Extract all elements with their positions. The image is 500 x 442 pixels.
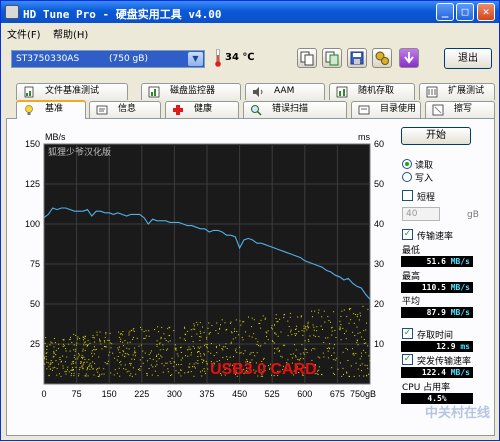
temperature-readout: 34 ℃ bbox=[225, 52, 255, 63]
toolbar: ST3750330AS (750 gB) ▼ 34 ℃ 退出 bbox=[1, 41, 499, 79]
avg-value: 87.9 bbox=[426, 308, 446, 317]
copy-screenshot-button[interactable] bbox=[322, 48, 342, 68]
tab-aam[interactable]: AAM bbox=[245, 83, 325, 100]
speaker-icon bbox=[253, 87, 263, 97]
thermometer-icon bbox=[215, 49, 221, 67]
folder-icon bbox=[358, 105, 370, 115]
tab-label: 错误扫描 bbox=[272, 104, 309, 114]
window-title: HD Tune Pro - 硬盘实用工具 v4.00 bbox=[23, 8, 222, 21]
exit-button[interactable]: 退出 bbox=[444, 48, 492, 69]
avg-unit: MB/s bbox=[450, 308, 470, 317]
tab-label: AAM bbox=[274, 86, 295, 96]
read-radio[interactable] bbox=[402, 159, 412, 169]
minimize-button[interactable]: _ bbox=[436, 3, 454, 21]
tab-label: 目录使用 bbox=[380, 104, 417, 114]
save-button[interactable] bbox=[347, 48, 367, 68]
max-value: 110.5 bbox=[421, 283, 446, 292]
tab-disk-monitor[interactable]: 磁盘监控器 bbox=[141, 83, 241, 100]
settings-icon bbox=[375, 51, 389, 65]
save-icon bbox=[350, 51, 364, 65]
info-icon bbox=[96, 105, 108, 115]
app-window: HD Tune Pro - 硬盘实用工具 v4.00 _ □ ✕ 文件(F) 帮… bbox=[0, 0, 500, 441]
min-readout: 51.6 MB/s bbox=[401, 256, 473, 267]
magnifier-icon bbox=[251, 105, 262, 116]
access-time-value: 12.9 bbox=[436, 342, 456, 351]
access-time-unit: ms bbox=[460, 342, 470, 351]
chevron-down-icon[interactable]: ▼ bbox=[188, 52, 203, 66]
random-access-icon bbox=[336, 86, 348, 98]
settings-button[interactable] bbox=[372, 48, 392, 68]
max-label: 最高 bbox=[402, 272, 421, 282]
tab-label: 信息 bbox=[118, 104, 137, 114]
health-cross-icon bbox=[173, 105, 183, 115]
tab-label: 扩展测试 bbox=[448, 86, 485, 96]
burst-rate-label: 突发传输速率 bbox=[417, 357, 472, 367]
tab-health[interactable]: 健康 bbox=[165, 101, 239, 118]
tab-label: 文件基准测试 bbox=[45, 86, 100, 96]
short-stroke-size-input[interactable]: 40 bbox=[402, 207, 440, 221]
access-time-readout: 12.9 ms bbox=[401, 341, 473, 352]
extra-tests-icon bbox=[426, 86, 438, 98]
access-time-checkbox[interactable]: ✓ bbox=[402, 328, 413, 339]
max-unit: MB/s bbox=[450, 283, 470, 292]
tab-folder-usage[interactable]: 目录使用 bbox=[351, 101, 421, 118]
min-value: 51.6 bbox=[426, 257, 446, 266]
burst-rate-readout: 122.4 MB/s bbox=[401, 367, 473, 378]
copy-text-icon bbox=[300, 51, 314, 66]
close-button[interactable]: ✕ bbox=[477, 3, 495, 21]
burst-rate-checkbox[interactable]: ✓ bbox=[402, 354, 413, 365]
tab-extra-tests[interactable]: 扩展测试 bbox=[419, 83, 495, 100]
tab-erase[interactable]: 擦写 bbox=[425, 101, 495, 118]
maximize-button[interactable]: □ bbox=[456, 3, 474, 21]
short-stroke-unit: gB bbox=[467, 210, 479, 220]
access-time-label: 存取时间 bbox=[417, 331, 454, 341]
start-button[interactable]: 开始 bbox=[401, 127, 471, 145]
tab-error-scan[interactable]: 错误扫描 bbox=[243, 101, 347, 118]
file-benchmark-icon bbox=[24, 86, 34, 98]
copy-text-button[interactable] bbox=[297, 48, 317, 68]
tab-label: 擦写 bbox=[454, 104, 473, 114]
cpu-usage-label: CPU 占用率 bbox=[402, 383, 451, 393]
copy-screenshot-icon bbox=[325, 51, 339, 66]
tab-label: 随机存取 bbox=[358, 86, 395, 96]
hd-tune-app-icon bbox=[5, 5, 19, 19]
drive-select[interactable]: ST3750330AS (750 gB) ▼ bbox=[11, 50, 205, 68]
erase-icon bbox=[432, 104, 444, 116]
drive-model: ST3750330AS bbox=[16, 54, 80, 64]
tab-file-benchmark[interactable]: 文件基准测试 bbox=[16, 83, 128, 100]
menu-bar: 文件(F) 帮助(H) bbox=[1, 23, 499, 41]
max-readout: 110.5 MB/s bbox=[401, 282, 473, 293]
tab-label: 基准 bbox=[45, 104, 64, 114]
avg-label: 平均 bbox=[402, 297, 421, 307]
min-label: 最低 bbox=[402, 246, 421, 256]
tab-random-access[interactable]: 随机存取 bbox=[329, 83, 415, 100]
write-label: 写入 bbox=[415, 174, 434, 184]
title-bar[interactable]: HD Tune Pro - 硬盘实用工具 v4.00 _ □ ✕ bbox=[1, 1, 499, 23]
tab-info[interactable]: 信息 bbox=[89, 101, 161, 118]
download-button[interactable] bbox=[399, 48, 419, 68]
tab-label: 健康 bbox=[194, 104, 213, 114]
short-stroke-checkbox[interactable] bbox=[402, 190, 413, 201]
menu-help[interactable]: 帮助(H) bbox=[53, 26, 88, 41]
burst-rate-unit: MB/s bbox=[450, 368, 470, 377]
short-stroke-label: 短程 bbox=[417, 193, 436, 203]
read-label: 读取 bbox=[415, 161, 434, 171]
min-unit: MB/s bbox=[450, 257, 470, 266]
site-watermark: 中关村在线 bbox=[425, 406, 491, 421]
avg-readout: 87.9 MB/s bbox=[401, 307, 473, 318]
lightbulb-icon bbox=[25, 105, 33, 115]
menu-file[interactable]: 文件(F) bbox=[7, 26, 41, 41]
tab-label: 磁盘监控器 bbox=[170, 86, 216, 96]
drive-size: (750 gB) bbox=[109, 54, 148, 64]
transfer-rate-label: 传输速率 bbox=[417, 232, 454, 242]
burst-rate-value: 122.4 bbox=[421, 368, 446, 377]
disk-monitor-icon bbox=[148, 86, 160, 98]
download-icon bbox=[404, 52, 414, 64]
transfer-rate-checkbox[interactable]: ✓ bbox=[402, 229, 413, 240]
tab-benchmark[interactable]: 基准 bbox=[16, 100, 86, 119]
write-radio[interactable] bbox=[402, 172, 412, 182]
